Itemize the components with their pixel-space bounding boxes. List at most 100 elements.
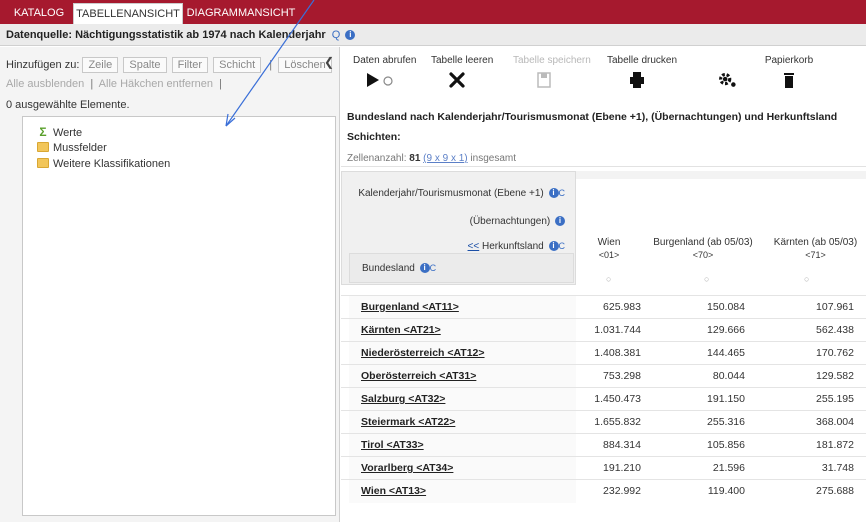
trash-icon <box>784 73 794 88</box>
query-link[interactable]: Q <box>332 29 341 41</box>
table-cell: 129.666 <box>707 324 745 336</box>
row-label-link[interactable]: Burgenland <AT11> <box>361 301 459 313</box>
table-cell: 753.298 <box>603 370 641 382</box>
dimension-kalenderjahr[interactable]: Kalenderjahr/Tourismusmonat (Ebene +1) i… <box>358 188 565 199</box>
tree-item-weitere-klassifikationen[interactable]: Weitere Klassifikationen <box>37 157 170 171</box>
play-refresh-icon <box>367 73 393 87</box>
table-row: Steiermark <AT22> 1.655.832 255.316 368.… <box>341 410 866 434</box>
add-row-button[interactable]: Zeile <box>82 57 119 73</box>
table-row: Tirol <AT33> 884.314 105.856 181.872 <box>341 433 866 457</box>
table-row: Burgenland <AT11> 625.983 150.084 107.96… <box>341 295 866 319</box>
info-icon[interactable]: i <box>548 241 559 252</box>
tree-item-werte[interactable]: Σ Werte <box>37 125 82 139</box>
save-icon <box>537 72 551 88</box>
divider <box>341 166 866 167</box>
print-table-button[interactable]: Tabelle drucken <box>607 55 677 90</box>
catalog-tree: Σ Werte Mussfelder Weitere Klassifikation… <box>22 116 336 516</box>
dimension-bundesland[interactable]: Bundesland iC <box>349 253 574 283</box>
trash-button[interactable]: Papierkorb <box>759 55 819 90</box>
column-header-kaernten[interactable]: Kärnten (ab 05/03) <71> <box>765 237 866 261</box>
add-to-label: Hinzufügen zu: <box>6 59 80 71</box>
sort-control-icon[interactable]: C <box>559 188 566 198</box>
gear-icon <box>719 72 736 87</box>
table-row: Oberösterreich <AT31> 753.298 80.044 129… <box>341 364 866 388</box>
table-cell: 1.408.381 <box>594 347 641 359</box>
tab-katalog[interactable]: KATALOG <box>6 3 72 24</box>
clear-table-button[interactable]: Tabelle leeren <box>431 55 493 90</box>
table-cell: 107.961 <box>816 301 854 313</box>
top-tab-bar: KATALOG TABELLENANSICHT DIAGRAMMANSICHT <box>0 0 866 24</box>
separator: | <box>269 59 273 71</box>
row-label-link[interactable]: Oberösterreich <AT31> <box>361 370 476 382</box>
column-sort-row: ○ ○ ○ <box>576 274 866 286</box>
table-cell: 170.762 <box>816 347 854 359</box>
sigma-icon: Σ <box>39 125 47 139</box>
table-row: Salzburg <AT32> 1.450.473 191.150 255.19… <box>341 387 866 411</box>
row-label-link[interactable]: Tirol <AT33> <box>361 439 424 451</box>
table-cell: 80.044 <box>712 370 745 382</box>
sort-control-icon[interactable]: C <box>559 241 566 251</box>
row-label-link[interactable]: Niederösterreich <AT12> <box>361 347 485 359</box>
table-cell: 884.314 <box>603 439 641 451</box>
info-icon[interactable]: i <box>345 30 356 41</box>
save-table-button[interactable]: Tabelle speichern <box>513 55 591 90</box>
left-panel: Hinzufügen zu: Zeile Spalte Filter Schic… <box>0 47 340 522</box>
table-cell: 191.150 <box>707 393 745 405</box>
dimension-uebernachtungen[interactable]: (Übernachtungen) i <box>470 216 565 227</box>
table-cell: 119.400 <box>707 485 745 497</box>
table-cell: 1.655.832 <box>594 416 641 428</box>
tab-tabellenansicht[interactable]: TABELLENANSICHT <box>73 3 183 24</box>
column-header-wien[interactable]: Wien <01> <box>577 237 641 261</box>
cell-count-formula-link[interactable]: (9 x 9 x 1) <box>423 153 467 164</box>
cell-count: Zellenanzahl: 81 (9 x 9 x 1) insgesamt <box>347 153 516 164</box>
collapse-panel-icon[interactable]: ❮ <box>324 55 334 69</box>
folder-icon <box>37 158 49 168</box>
layers-label: Schichten: <box>347 131 401 143</box>
add-column-button[interactable]: Spalte <box>123 57 167 73</box>
info-icon[interactable]: i <box>555 216 565 227</box>
add-to-row: Hinzufügen zu: Zeile Spalte Filter Schic… <box>6 57 334 73</box>
printer-icon <box>630 72 644 88</box>
table-cell: 368.004 <box>816 416 854 428</box>
hide-all-link[interactable]: Alle ausblenden <box>6 78 84 90</box>
table-cell: 255.316 <box>707 416 745 428</box>
tab-diagrammansicht[interactable]: DIAGRAMMANSICHT <box>185 3 297 24</box>
table-cell: 255.195 <box>816 393 854 405</box>
add-layer-button[interactable]: Schicht <box>213 57 262 73</box>
dimension-herkunftsland[interactable]: << Herkunftsland iC <box>468 241 565 252</box>
table-row: Kärnten <AT21> 1.031.744 129.666 562.438 <box>341 318 866 342</box>
info-icon[interactable]: i <box>548 188 559 199</box>
sort-icon[interactable]: ○ <box>804 274 809 284</box>
table-cell: 562.438 <box>816 324 854 336</box>
sort-control-icon[interactable]: C <box>430 263 437 273</box>
table-cell: 191.210 <box>603 462 641 474</box>
tree-item-mussfelder[interactable]: Mussfelder <box>37 141 107 155</box>
info-icon[interactable]: i <box>419 263 430 274</box>
row-label-link[interactable]: Vorarlberg <AT34> <box>361 462 453 474</box>
row-label-link[interactable]: Steiermark <AT22> <box>361 416 455 428</box>
table-cell: 181.872 <box>816 439 854 451</box>
move-left-link[interactable]: << <box>468 241 480 252</box>
column-header-bar <box>576 171 866 179</box>
row-label-link[interactable]: Kärnten <AT21> <box>361 324 441 336</box>
close-icon <box>449 72 465 88</box>
table-cell: 144.465 <box>707 347 745 359</box>
table-row: Vorarlberg <AT34> 191.210 21.596 31.748 <box>341 456 866 480</box>
sort-icon[interactable]: ○ <box>606 274 611 284</box>
add-filter-button[interactable]: Filter <box>171 57 209 73</box>
row-label-link[interactable]: Salzburg <AT32> <box>361 393 445 405</box>
table-cell: 1.031.744 <box>594 324 641 336</box>
table-cell: 275.688 <box>816 485 854 497</box>
table-cell: 129.582 <box>816 370 854 382</box>
row-label-link[interactable]: Wien <AT13> <box>361 485 426 497</box>
table-cell: 150.084 <box>707 301 745 313</box>
sort-icon[interactable]: ○ <box>704 274 709 284</box>
settings-button[interactable] <box>713 55 741 90</box>
table-row: Niederösterreich <AT12> 1.408.381 144.46… <box>341 341 866 365</box>
fetch-data-button[interactable]: Daten abrufen <box>353 55 416 90</box>
remove-checks-link[interactable]: Alle Häkchen entfernen <box>99 78 213 90</box>
column-header-burgenland[interactable]: Burgenland (ab 05/03) <70> <box>641 237 765 261</box>
table-title: Bundesland nach Kalenderjahr/Tourismusmo… <box>347 111 838 123</box>
table-cell: 21.596 <box>712 462 745 474</box>
table-toolbar: Daten abrufen Tabelle leeren Tabelle spe… <box>341 47 866 103</box>
